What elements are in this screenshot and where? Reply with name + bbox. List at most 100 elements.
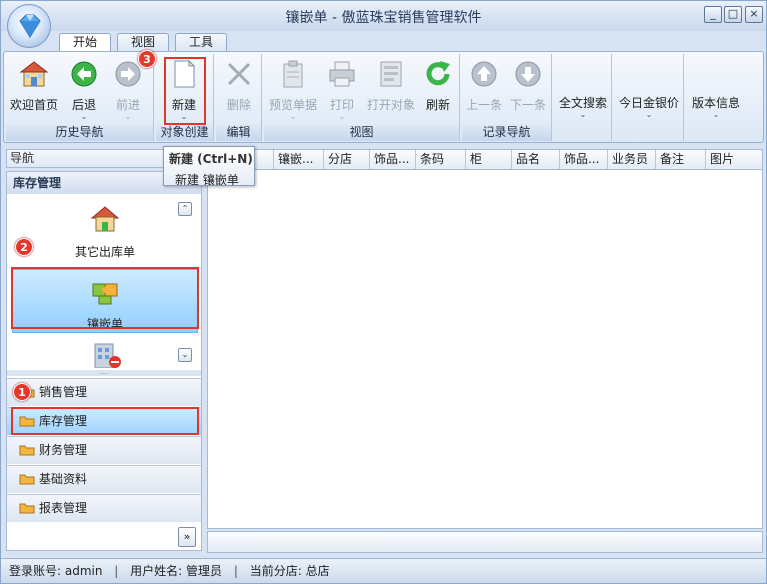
folder-icon bbox=[19, 474, 35, 485]
category-reports[interactable]: 报表管理 bbox=[7, 494, 201, 522]
gold-price-button[interactable]: 今日金银价 ⌄ bbox=[614, 94, 684, 124]
prev-record-button[interactable]: 上一条 bbox=[462, 58, 506, 124]
home-icon bbox=[19, 61, 49, 87]
home-button[interactable]: 欢迎首页 bbox=[8, 58, 60, 124]
step-marker-1: 1 bbox=[13, 383, 31, 401]
category-basic-data[interactable]: 基础资料 bbox=[7, 465, 201, 493]
forward-button[interactable]: 前进 ⌄ bbox=[106, 58, 150, 124]
chevron-down-icon: ⌄ bbox=[80, 112, 88, 121]
step-marker-3: 3 bbox=[138, 50, 156, 68]
category-label: 销售管理 bbox=[39, 385, 88, 399]
nav-splitter-grip[interactable]: ..... bbox=[7, 370, 201, 376]
back-arrow-icon bbox=[71, 61, 97, 87]
inlay-tile-highlight bbox=[11, 267, 199, 329]
open-document-icon bbox=[380, 61, 402, 87]
group-label-record: 记录导航 bbox=[462, 125, 551, 141]
group-edit: 删除 编辑 bbox=[216, 54, 262, 141]
group-label-history: 历史导航 bbox=[6, 125, 153, 141]
column-header[interactable]: 备注 bbox=[656, 150, 706, 169]
version-info-button[interactable]: 版本信息 ⌄ bbox=[686, 94, 746, 124]
group-label-view: 视图 bbox=[264, 125, 459, 141]
nav-tile-other-outbound[interactable]: 其它出库单 bbox=[12, 200, 198, 264]
new-button-highlight bbox=[164, 57, 206, 125]
group-history-navigation: 欢迎首页 后退 ⌄ 前进 ⌄ 历史导航 bbox=[6, 54, 154, 141]
navigation-pane: 库存管理 其它出库单 ⌃ 镶嵌单 ⌄ ..... 销售管理 库存管理 财务管理 … bbox=[6, 171, 202, 551]
app-logo-diamond-icon[interactable] bbox=[7, 4, 51, 48]
nav-tile-label: 其它出库单 bbox=[74, 245, 135, 259]
column-header[interactable]: 条码 bbox=[416, 150, 466, 169]
gold-price-label: 今日金银价 bbox=[618, 96, 679, 110]
chevron-down-icon: ⌄ bbox=[124, 112, 132, 121]
delete-x-icon bbox=[227, 62, 251, 86]
delete-button[interactable]: 删除 bbox=[216, 58, 262, 124]
group-search: 全文搜索 ⌄ bbox=[554, 54, 612, 141]
minimize-button[interactable]: _ bbox=[704, 6, 722, 23]
chevron-down-icon: ⌄ bbox=[712, 110, 720, 119]
column-header[interactable]: 饰品... bbox=[370, 150, 416, 169]
status-account: 登录账号: admin bbox=[9, 564, 103, 578]
tooltip-title: 新建 (Ctrl+N) bbox=[169, 152, 253, 166]
title-bar: 镶嵌单 - 傲蓝珠宝销售管理软件 _ □ × bbox=[1, 1, 766, 31]
open-object-label: 打开对象 bbox=[366, 98, 415, 112]
clipboard-icon bbox=[283, 60, 303, 88]
nav-more-button[interactable]: » bbox=[178, 527, 196, 547]
delete-label: 删除 bbox=[226, 98, 251, 112]
column-header[interactable]: 柜 bbox=[466, 150, 512, 169]
category-label: 报表管理 bbox=[39, 501, 88, 515]
print-button[interactable]: 打印 ⌄ bbox=[320, 58, 364, 124]
status-bar: 登录账号: admin | 用户姓名: 管理员 | 当前分店: 总店 bbox=[1, 558, 766, 583]
house-arrow-icon bbox=[90, 206, 120, 232]
preview-button[interactable]: 预览单据 ⌄ bbox=[264, 58, 322, 124]
tab-tools[interactable]: 工具 bbox=[175, 33, 227, 51]
tab-view[interactable]: 视图 bbox=[117, 33, 169, 51]
column-header[interactable]: 饰品... bbox=[560, 150, 608, 169]
column-header[interactable]: 图片 bbox=[706, 150, 762, 169]
column-header[interactable]: 业务员 bbox=[608, 150, 656, 169]
prev-record-label: 上一条 bbox=[465, 98, 502, 112]
version-label: 版本信息 bbox=[691, 96, 740, 110]
refresh-button[interactable]: 刷新 bbox=[418, 58, 458, 124]
grid-header: 镶嵌... 分店 饰品... 条码 柜 品名 饰品... 业务员 备注 图片 bbox=[208, 150, 762, 170]
nav-scroll-down-button[interactable]: ⌄ bbox=[178, 348, 192, 362]
arrow-down-icon bbox=[515, 61, 541, 87]
status-separator: | bbox=[233, 564, 238, 578]
chevron-down-icon: ⌄ bbox=[579, 110, 587, 119]
home-label: 欢迎首页 bbox=[9, 98, 58, 112]
group-gold-price: 今日金银价 ⌄ bbox=[614, 54, 684, 141]
group-label-create: 对象创建 bbox=[156, 125, 213, 141]
status-branch: 当前分店: 总店 bbox=[249, 564, 330, 578]
tab-start[interactable]: 开始 bbox=[59, 33, 111, 52]
column-header[interactable]: 镶嵌... bbox=[274, 150, 324, 169]
back-button[interactable]: 后退 ⌄ bbox=[62, 58, 106, 124]
group-version: 版本信息 ⌄ bbox=[686, 54, 746, 141]
full-text-search-button[interactable]: 全文搜索 ⌄ bbox=[554, 94, 612, 124]
category-finance[interactable]: 财务管理 bbox=[7, 436, 201, 464]
tooltip-body: 新建 镶嵌单 bbox=[175, 173, 239, 187]
forward-label: 前进 bbox=[115, 98, 140, 112]
search-label: 全文搜索 bbox=[558, 96, 607, 110]
group-label-edit: 编辑 bbox=[216, 125, 261, 141]
group-record-navigation: 上一条 下一条 记录导航 bbox=[462, 54, 552, 141]
arrow-up-icon bbox=[471, 61, 497, 87]
app-window: 镶嵌单 - 傲蓝珠宝销售管理软件 _ □ × 开始 视图 工具 欢迎首页 后退 … bbox=[0, 0, 767, 584]
folder-icon bbox=[19, 445, 35, 456]
status-separator: | bbox=[114, 564, 119, 578]
open-object-button[interactable]: 打开对象 bbox=[364, 58, 418, 124]
column-header[interactable]: 品名 bbox=[512, 150, 560, 169]
print-label: 打印 bbox=[329, 98, 354, 112]
nav-scroll-up-button[interactable]: ⌃ bbox=[178, 202, 192, 216]
next-record-label: 下一条 bbox=[509, 98, 546, 112]
maximize-button[interactable]: □ bbox=[724, 6, 742, 23]
printer-icon bbox=[329, 61, 355, 87]
ribbon-tab-bar: 开始 视图 工具 bbox=[1, 31, 766, 52]
refresh-label: 刷新 bbox=[425, 98, 450, 112]
building-icon bbox=[93, 340, 123, 371]
refresh-icon bbox=[426, 61, 450, 86]
next-record-button[interactable]: 下一条 bbox=[506, 58, 550, 124]
column-header[interactable]: 分店 bbox=[324, 150, 370, 169]
close-button[interactable]: × bbox=[745, 6, 763, 23]
category-sales[interactable]: 销售管理 bbox=[7, 378, 201, 406]
preview-label: 预览单据 bbox=[268, 98, 317, 112]
step-marker-2: 2 bbox=[15, 238, 33, 256]
category-label: 基础资料 bbox=[39, 472, 88, 486]
